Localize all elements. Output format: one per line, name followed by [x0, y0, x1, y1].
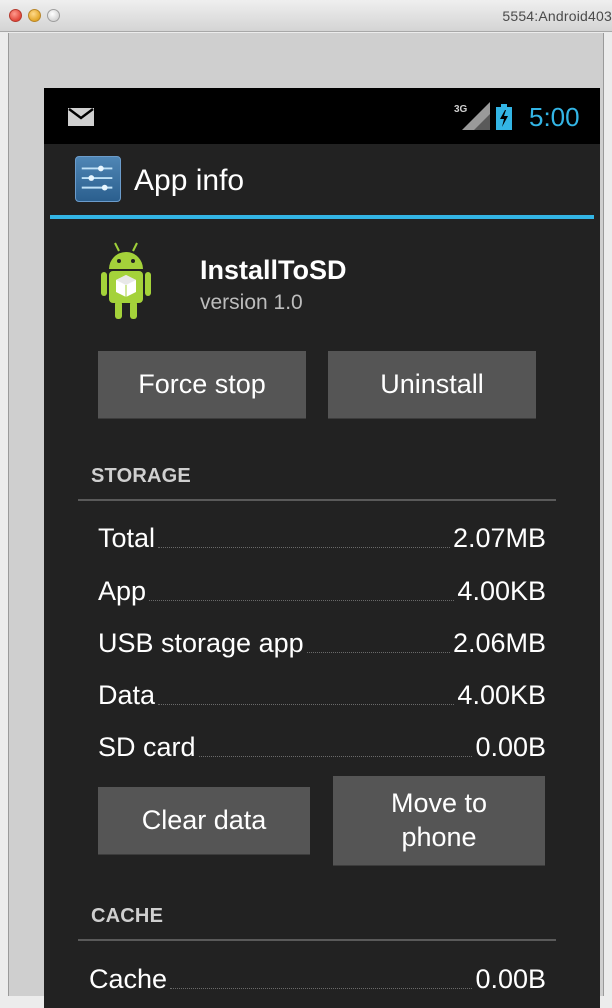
storage-section-divider [78, 499, 556, 501]
action-bar: App info [44, 144, 600, 218]
action-bar-divider [50, 215, 594, 219]
dotted-leader [158, 546, 450, 548]
android-app-icon [101, 242, 151, 319]
page-title: App info [134, 164, 245, 197]
device-screen: 3G 5:00 App info InstallToSD version 1.0… [44, 88, 600, 1008]
cache-section-divider [78, 939, 556, 941]
cache-section-header: CACHE [91, 905, 164, 927]
storage-row-label: SD card [98, 732, 196, 762]
signal-3g-icon: 3G [454, 102, 490, 130]
storage-row-label: Total [98, 523, 156, 553]
status-bar: 3G 5:00 [44, 88, 600, 144]
storage-row-label: USB storage app [98, 628, 304, 658]
window-title: 5554:Android403 [502, 8, 612, 24]
window-minimize-button[interactable] [28, 9, 41, 22]
clear-data-button[interactable]: Clear data [98, 787, 310, 855]
dotted-leader [306, 651, 450, 653]
storage-row-total: Total 2.07MB [98, 516, 546, 554]
dotted-leader [170, 987, 473, 989]
storage-row-app: App 4.00KB [98, 569, 546, 607]
storage-row-value: 0.00B [475, 732, 546, 762]
cache-row: Cache 0.00B [89, 957, 546, 995]
cache-row-label: Cache [89, 964, 168, 994]
storage-row-label: Data [98, 680, 156, 710]
emulator-frame: 3G 5:00 App info InstallToSD version 1.0… [8, 33, 604, 1008]
storage-row-value: 4.00KB [457, 576, 546, 606]
mail-icon[interactable] [68, 108, 94, 126]
storage-row-label: App [98, 576, 147, 606]
svg-text:3G: 3G [454, 104, 468, 115]
dotted-leader [198, 755, 473, 757]
window-close-button[interactable] [9, 9, 22, 22]
settings-sliders-icon[interactable] [75, 156, 121, 202]
storage-row-value: 2.06MB [452, 628, 546, 658]
dotted-leader [158, 703, 455, 705]
storage-section-header: STORAGE [91, 465, 191, 487]
storage-row-value: 2.07MB [452, 523, 546, 553]
battery-charging-icon [496, 104, 512, 130]
cache-row-value: 0.00B [475, 964, 546, 994]
storage-row-usb-storage-app: USB storage app 2.06MB [98, 621, 546, 659]
storage-row-sd-card: SD card 0.00B [98, 725, 546, 763]
status-clock: 5:00 [529, 102, 580, 132]
window-zoom-button[interactable] [47, 9, 60, 22]
app-name: InstallToSD [200, 255, 347, 285]
storage-row-data: Data 4.00KB [98, 673, 546, 711]
move-to-phone-button[interactable]: Move to phone [333, 776, 545, 866]
storage-row-value: 4.00KB [457, 680, 546, 710]
uninstall-button[interactable]: Uninstall [328, 351, 536, 419]
dotted-leader [149, 599, 455, 601]
window-titlebar: 5554:Android403 [0, 0, 612, 32]
force-stop-button[interactable]: Force stop [98, 351, 306, 419]
app-version: version 1.0 [200, 291, 303, 314]
